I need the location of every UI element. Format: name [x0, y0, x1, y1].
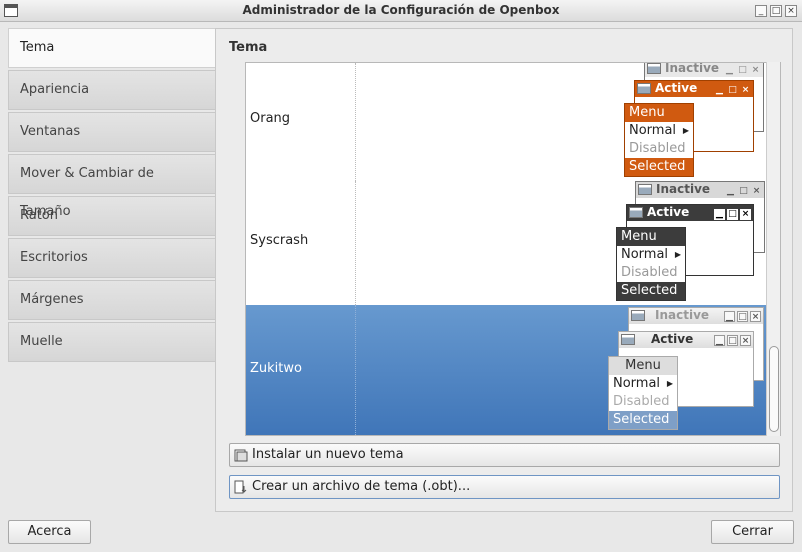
inactive-label: Inactive: [655, 308, 710, 322]
minimize-icon: ▁: [727, 186, 734, 196]
theme-name: Zukitwo: [250, 361, 302, 376]
inactive-label: Inactive: [656, 182, 711, 196]
theme-name: Orang: [250, 111, 291, 126]
window-title: Administrador de la Configuración de Ope…: [242, 3, 560, 17]
close-button[interactable]: Cerrar: [711, 520, 794, 544]
theme-row-zukitwo[interactable]: Zukitwo Inactive ▁ □ × Active ▁ □ × Menu Nor…: [246, 305, 767, 435]
window-icon: [637, 83, 651, 94]
menu-header: Menu: [609, 357, 677, 375]
menu-preview: Menu Normal ▶ Disabled Selected: [616, 227, 686, 301]
sidebar-item-raton[interactable]: Ratón: [8, 196, 216, 236]
theme-list[interactable]: Orang Inactive ▁ □ × Active ▁ □ × Menu Norma…: [245, 62, 781, 436]
theme-row-orang[interactable]: Orang Inactive ▁ □ × Active ▁ □ × Menu Norma…: [246, 63, 767, 181]
window-icon: [638, 184, 652, 195]
install-theme-label: Instalar un nuevo tema: [252, 447, 404, 462]
create-theme-label: Crear un archivo de tema (.obt)...: [252, 479, 471, 494]
sidebar-item-apariencia[interactable]: Apariencia: [8, 70, 216, 110]
close-icon: ×: [741, 85, 750, 95]
close-icon: ×: [752, 186, 761, 196]
window-icon: [647, 63, 661, 74]
menu-item-disabled: Disabled: [613, 394, 670, 409]
install-icon: [234, 449, 248, 462]
window-icon: [621, 334, 635, 345]
close-icon: ×: [740, 335, 751, 346]
sidebar-item-mover[interactable]: Mover & Cambiar de Tamaño: [8, 154, 216, 219]
title-bar: Administrador de la Configuración de Ope…: [0, 0, 802, 22]
menu-item-disabled: Disabled: [621, 265, 678, 280]
install-theme-button[interactable]: Instalar un nuevo tema: [229, 443, 780, 467]
close-icon: ×: [751, 65, 760, 75]
menu-preview: Menu Normal ▶ Disabled Selected: [608, 356, 678, 430]
window-icon: [629, 207, 643, 218]
sidebar-item-ventanas[interactable]: Ventanas: [8, 112, 216, 152]
minimize-icon: ▁: [714, 335, 725, 346]
sidebar: Tema Apariencia Ventanas Mover & Cambiar…: [8, 28, 216, 364]
maximize-icon: □: [737, 311, 748, 322]
theme-name: Syscrash: [250, 233, 309, 248]
column-separator: [355, 63, 356, 181]
column-separator: [355, 305, 356, 435]
maximize-icon: □: [727, 209, 738, 220]
maximize-button[interactable]: □: [770, 5, 782, 17]
close-window-button[interactable]: ×: [785, 5, 797, 17]
maximize-icon: □: [727, 335, 738, 346]
minimize-icon: ▁: [724, 311, 735, 322]
scrollbar-thumb[interactable]: [769, 346, 779, 432]
inactive-label: Inactive: [665, 62, 720, 75]
close-icon: ×: [750, 311, 761, 322]
menu-item-selected: Selected: [625, 158, 693, 176]
minimize-icon: ▁: [726, 65, 733, 75]
theme-row-syscrash[interactable]: Syscrash Inactive ▁ □ × Active ▁ □ × Menu No…: [246, 181, 767, 305]
theme-list-scrollbar[interactable]: [766, 62, 780, 436]
close-label: Cerrar: [732, 524, 773, 539]
minimize-button[interactable]: _: [755, 5, 767, 17]
close-icon: ×: [740, 209, 751, 220]
menu-item-selected: Selected: [617, 282, 685, 300]
sidebar-item-margenes[interactable]: Márgenes: [8, 280, 216, 320]
active-label: Active: [647, 205, 690, 219]
minimize-icon: ▁: [716, 85, 723, 95]
maximize-icon: □: [739, 186, 748, 196]
menu-header: Menu: [617, 228, 685, 246]
submenu-arrow-icon: ▶: [674, 250, 681, 259]
menu-item-disabled: Disabled: [629, 141, 686, 156]
about-label: Acerca: [27, 524, 72, 539]
submenu-arrow-icon: ▶: [682, 126, 689, 135]
window-icon: [631, 310, 645, 321]
about-button[interactable]: Acerca: [8, 520, 91, 544]
sidebar-item-tema[interactable]: Tema: [8, 28, 216, 68]
active-label: Active: [651, 332, 694, 346]
archive-icon: [234, 480, 247, 494]
menu-item-selected: Selected: [609, 411, 677, 429]
sidebar-item-muelle[interactable]: Muelle: [8, 322, 216, 362]
menu-item-normal: Normal ▶: [629, 123, 689, 138]
menu-preview: Menu Normal ▶ Disabled Selected: [624, 103, 694, 177]
sidebar-item-escritorios[interactable]: Escritorios: [8, 238, 216, 278]
menu-header: Menu: [625, 104, 693, 122]
create-theme-archive-button[interactable]: Crear un archivo de tema (.obt)...: [229, 475, 780, 499]
minimize-icon: ▁: [714, 209, 725, 220]
submenu-arrow-icon: ▶: [666, 379, 673, 388]
menu-item-normal: Normal ▶: [613, 376, 673, 391]
menu-item-normal: Normal ▶: [621, 247, 681, 262]
maximize-icon: □: [728, 85, 737, 95]
section-title: Tema: [229, 40, 268, 55]
column-separator: [355, 181, 356, 305]
active-label: Active: [655, 81, 698, 95]
maximize-icon: □: [738, 65, 747, 75]
